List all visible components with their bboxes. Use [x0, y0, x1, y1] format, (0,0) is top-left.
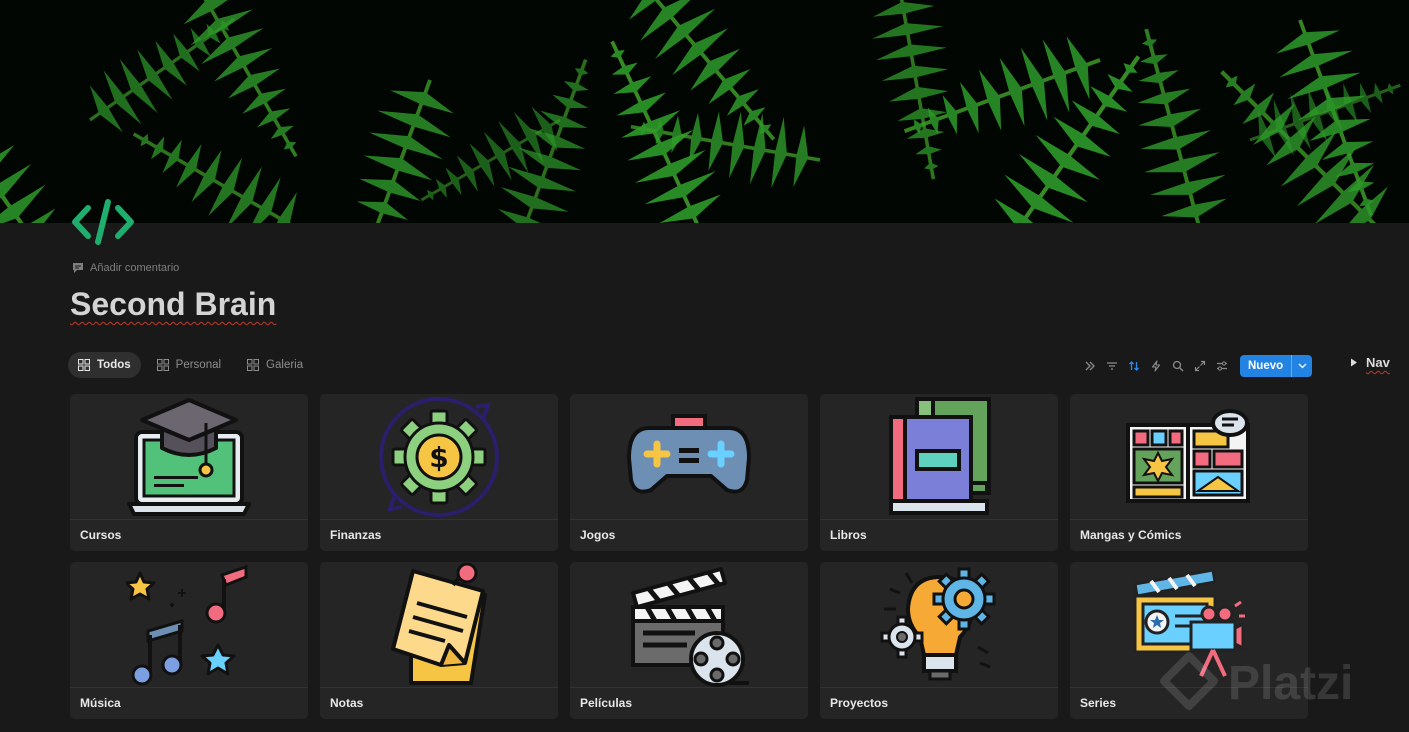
view-tabs: Todos Personal Galeria: [68, 352, 313, 378]
card-title: Finanzas: [330, 528, 382, 542]
database-toolbar: Nuevo: [1082, 355, 1313, 377]
code-brackets-icon[interactable]: [70, 196, 136, 246]
platzi-logo-icon: [1160, 652, 1218, 710]
card-title: Música: [80, 696, 121, 710]
search-icon[interactable]: [1170, 355, 1186, 377]
platzi-watermark: Platzi: [1158, 652, 1353, 714]
sticky-note-icon: [391, 562, 487, 685]
card-cover: [70, 562, 308, 688]
card-title: Cursos: [80, 528, 122, 542]
gallery-card-mangas-y-comics[interactable]: Mangas y Cómics: [1070, 394, 1308, 551]
gamepad-icon: [627, 413, 751, 494]
card-cover: [820, 394, 1058, 520]
gallery-view: Cursos $ Finanzas Jogos Libros Mangas y …: [70, 394, 1308, 719]
chevron-down-icon[interactable]: [1291, 355, 1312, 377]
gallery-grid-icon: [247, 359, 260, 371]
nav-label: Nav: [1366, 355, 1390, 370]
bulb-gears-icon: [880, 567, 996, 680]
page-title[interactable]: Second Brain: [70, 286, 276, 323]
open-full-icon[interactable]: [1192, 355, 1208, 377]
settings-sliders-icon[interactable]: [1214, 355, 1230, 377]
cover-image[interactable]: [0, 0, 1409, 223]
card-cover: [320, 562, 558, 688]
new-button-label: Nuevo: [1248, 360, 1284, 372]
card-title: Libros: [830, 528, 867, 542]
card-cover: [1070, 394, 1308, 520]
gallery-card-notas[interactable]: Notas: [320, 562, 558, 719]
comment-icon: [73, 263, 83, 273]
tab-todos[interactable]: Todos: [68, 352, 141, 378]
gallery-card-cursos[interactable]: Cursos: [70, 394, 308, 551]
card-title: Notas: [330, 696, 364, 710]
tab-label: Personal: [175, 359, 222, 371]
card-cover: [820, 562, 1058, 688]
card-title: Películas: [580, 696, 633, 710]
card-title: Mangas y Cómics: [1080, 528, 1182, 542]
new-button[interactable]: Nuevo: [1240, 355, 1313, 377]
sort-icon[interactable]: [1126, 355, 1142, 377]
nav-toggle[interactable]: Nav: [1350, 355, 1390, 370]
card-cover: [70, 394, 308, 520]
tab-label: Todos: [97, 359, 131, 371]
tab-label: Galeria: [266, 359, 304, 371]
add-comment-label: Añadir comentario: [90, 262, 180, 274]
filter-icon[interactable]: [1104, 355, 1120, 377]
gallery-grid-icon: [78, 359, 90, 371]
gallery-card-finanzas[interactable]: $ Finanzas: [320, 394, 558, 551]
watermark-text: Platzi: [1228, 656, 1354, 710]
gallery-card-musica[interactable]: Música: [70, 562, 308, 719]
fern-leaves-image: [0, 0, 1409, 223]
expand-right-icon[interactable]: [1082, 355, 1098, 377]
card-title: Proyectos: [830, 696, 889, 710]
tab-personal[interactable]: Personal: [147, 352, 231, 378]
graduation-laptop-icon: [127, 397, 251, 516]
svg-text:$: $: [429, 441, 448, 474]
add-comment-button[interactable]: Añadir comentario: [72, 262, 179, 274]
comic-panels-icon: [1126, 408, 1250, 503]
gallery-grid-icon: [156, 359, 169, 371]
books-icon: [889, 396, 991, 515]
music-notes-icon: [126, 564, 248, 685]
triangle-right-icon: [1351, 358, 1357, 367]
card-title: Jogos: [580, 528, 616, 542]
gallery-card-proyectos[interactable]: Proyectos: [820, 562, 1058, 719]
dollar-gear-icon: $: [379, 396, 499, 517]
card-cover: [570, 562, 808, 688]
lightning-icon[interactable]: [1148, 355, 1164, 377]
gallery-card-peliculas[interactable]: Películas: [570, 562, 808, 719]
tab-galeria[interactable]: Galeria: [237, 352, 313, 378]
card-cover: [570, 394, 808, 520]
gallery-card-libros[interactable]: Libros: [820, 394, 1058, 551]
card-cover: $: [320, 394, 558, 520]
clapperboard-icon: [631, 566, 749, 687]
gallery-card-jogos[interactable]: Jogos: [570, 394, 808, 551]
